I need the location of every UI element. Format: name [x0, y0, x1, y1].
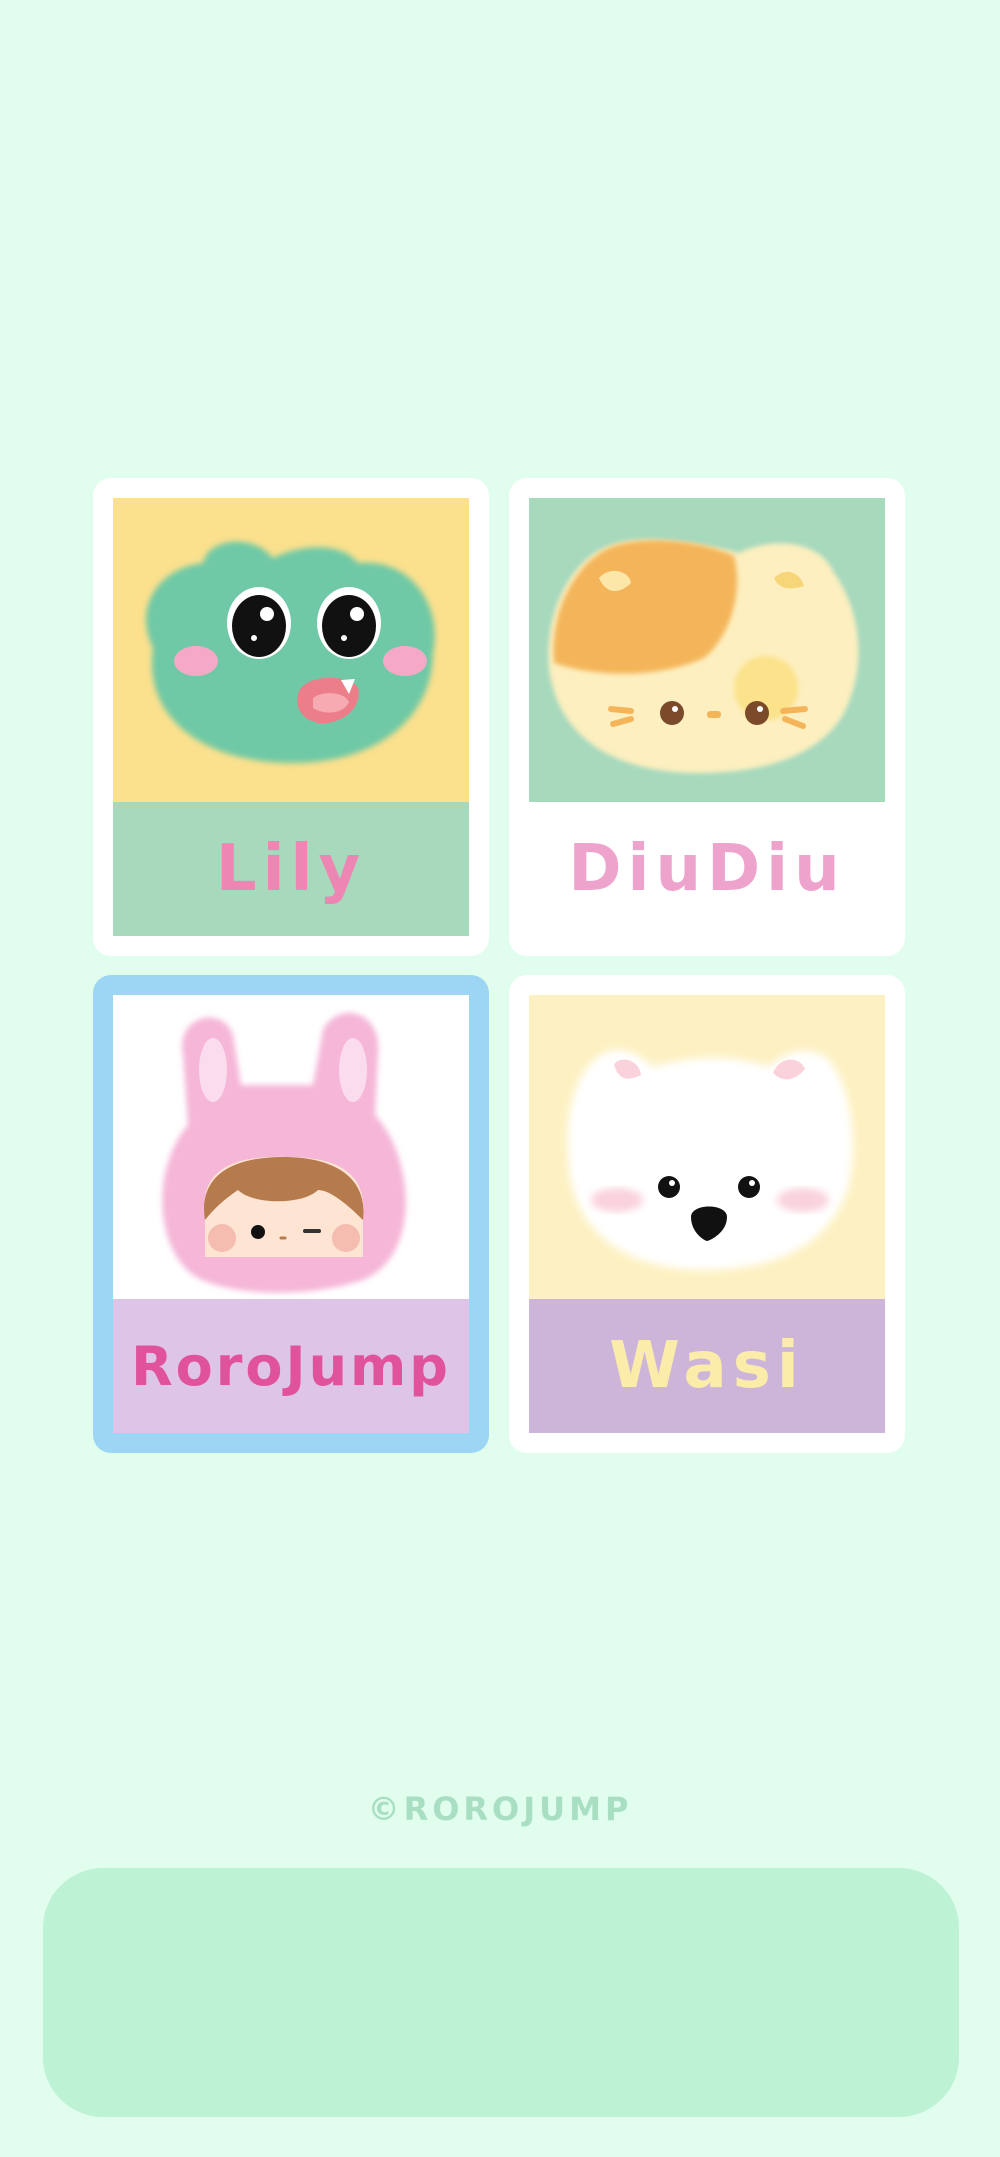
rorojump-art	[113, 995, 469, 1299]
cat-face-icon	[548, 539, 859, 773]
character-name-wasi: Wasi	[609, 1329, 805, 1403]
puppy-face-icon	[567, 1050, 853, 1270]
character-name-rorojump: RoroJump	[131, 1334, 451, 1398]
frog-face-icon	[146, 541, 435, 763]
bottom-panel	[43, 1868, 959, 2117]
character-grid: Lily DiuDiu RoroJump Wasi	[0, 0, 1000, 2157]
diudiu-name-band: DiuDiu	[529, 802, 885, 936]
character-card-diudiu[interactable]: DiuDiu	[509, 478, 905, 956]
diudiu-art	[529, 498, 885, 802]
lily-art	[113, 498, 469, 802]
character-name-diudiu: DiuDiu	[568, 832, 846, 906]
bunny-hood-icon	[162, 1012, 406, 1293]
lily-name-band: Lily	[113, 802, 469, 936]
wasi-art	[529, 995, 885, 1299]
wasi-name-band: Wasi	[529, 1299, 885, 1433]
character-card-wasi[interactable]: Wasi	[509, 975, 905, 1453]
character-name-lily: Lily	[215, 832, 367, 906]
copyright-text: ©ROROJUMP	[367, 1790, 633, 1828]
character-card-lily[interactable]: Lily	[93, 478, 489, 956]
rorojump-name-band: RoroJump	[113, 1299, 469, 1433]
character-card-rorojump[interactable]: RoroJump	[93, 975, 489, 1453]
